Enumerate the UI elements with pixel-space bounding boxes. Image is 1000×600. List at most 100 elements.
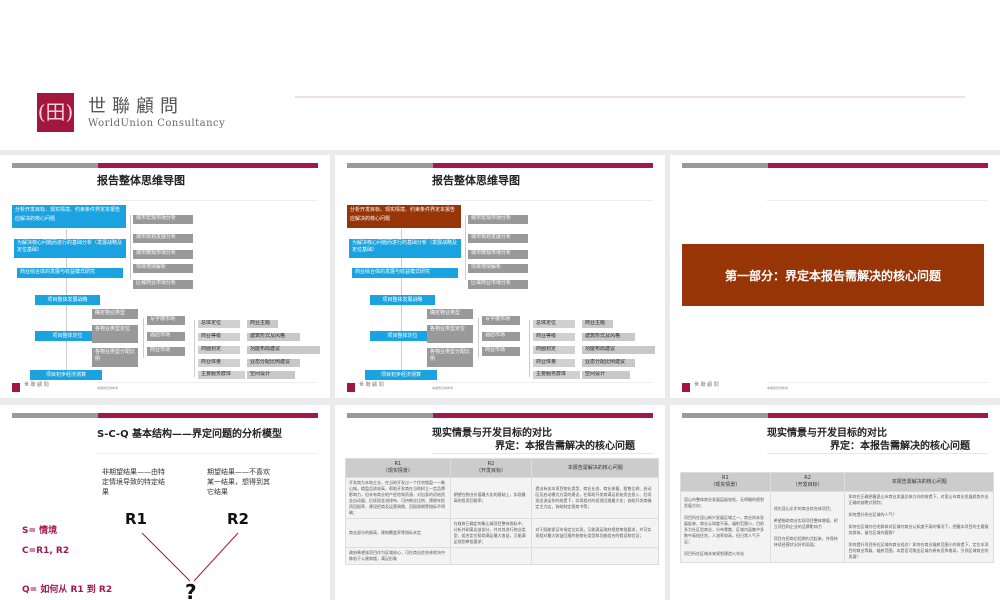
header-bar-gray	[682, 163, 768, 168]
market-box: 酒店市场	[147, 332, 185, 341]
table-cell: 提出有关本项目物业类型、商业业态、商业体量、租售比例、启动区及启动模式方案的建议…	[531, 477, 659, 519]
connector-line	[143, 318, 144, 358]
slide-thumbnail-comparison-2[interactable]: 现实情景与开发目标的对比 界定：本报告需解决的核心问题 R1 （现实情景） R2 …	[670, 405, 1000, 600]
column-header: R1 （现实情景）	[680, 472, 771, 492]
step-box-business-model: 商业综合体的发展与收益模式研究	[17, 268, 123, 278]
footer-note: 本报告仅供参考	[97, 386, 119, 390]
analysis-box: 城市微观市场分析	[468, 250, 528, 259]
table-cell: 开发商为本地企业，在当地开发过一个住宅楼盘——衡山城，楼盘品质较高，帮助开发商在…	[345, 477, 451, 519]
commerce-box: 总体定位	[198, 320, 240, 328]
step-box-basic-analysis: 为解决核心问题而进行的基础分析（发展战略及定位基础）	[14, 239, 126, 258]
table-cell	[449, 547, 533, 565]
analysis-box: 城市规划发展分析	[133, 234, 193, 243]
table-row: 商业部分的限高、建筑覆盖率等指标未定 在政府已确定的衡山城项目整体指标中，分析并剥…	[345, 518, 659, 548]
analysis-box: 区域商业市场分析	[468, 280, 528, 289]
analysis-box: 城市微观市场分析	[133, 250, 193, 259]
header-bar-gray	[347, 163, 433, 168]
connector-line	[130, 215, 131, 280]
property-box: 各物业类型定位	[92, 325, 138, 343]
property-box: 确定物业类型	[427, 309, 473, 319]
commerce-box: 空间设计	[247, 371, 295, 379]
header-bar-magenta	[433, 163, 653, 168]
header-bar-magenta	[98, 163, 318, 168]
column-header: R2 （开发目标）	[769, 472, 846, 492]
slide-thumbnail-section[interactable]: 第一部分：界定本报告需解决的核心问题 世 聯 顧 問 本报告仅供参考	[670, 155, 1000, 398]
footer-logo-icon	[347, 383, 355, 392]
table-cell: 对于既能保证市场定位实现，又能满足政府规划审批要求，并可实现相对最大收益回报的各…	[531, 518, 659, 548]
title-divider	[97, 200, 318, 201]
commerce-box: 空间设计	[582, 371, 630, 379]
slide-thumbnail-scq[interactable]: S-C-Q 基本结构——界定问题的分析模型 非期望结果——由特定情境导致的特定结…	[0, 405, 330, 600]
commerce-box: 建筑形式及风格	[582, 333, 635, 341]
scq-connector-lines	[141, 532, 239, 582]
commerce-box: 主要服务群体	[198, 371, 245, 379]
footer-divider	[767, 382, 988, 383]
commerce-box: 商圈划定	[533, 346, 575, 354]
comparison-table: R1 （现实情景） R2 （开发目标） 本报告需解决的核心问题 昆山市整体商业发展层级…	[680, 472, 994, 563]
property-box: 各物业类型分配比例	[92, 348, 138, 367]
connector-line	[478, 318, 479, 358]
slide-title: 报告整体思维导图	[432, 174, 520, 187]
connector-line	[529, 320, 530, 377]
footer-note: 本报告仅供参考	[432, 386, 454, 390]
stage-box: 项目整体发展战略	[370, 295, 435, 305]
connector-line	[465, 215, 466, 280]
stage-box: 项目初步经济测算	[30, 370, 102, 380]
analysis-box: 区域商业市场分析	[133, 280, 193, 289]
market-box: 商业市场	[482, 347, 520, 356]
analysis-box: 城市规划发展分析	[468, 234, 528, 243]
connector-line	[194, 320, 195, 377]
stage-box: 项目整体定位	[35, 331, 100, 341]
footer-logo-icon	[12, 383, 20, 392]
commerce-box: 商业体量	[533, 359, 575, 367]
commerce-box: 主要服务群体	[533, 371, 580, 379]
slide-subtitle: 界定：本报告需解决的核心问题	[495, 441, 635, 452]
property-box: 各物业类型分配比例	[427, 348, 473, 367]
market-box: 酒店市场	[482, 332, 520, 341]
scq-s: S= 情境	[22, 526, 58, 536]
analysis-box: 城市宏观市场分析	[468, 215, 528, 224]
footer-logo-text: 世 聯 顧 問	[359, 382, 384, 388]
document-header: (田) 世聯顧問 WorldUnion Consultancy	[0, 0, 1000, 150]
logo-chinese-name: 世聯顧問	[88, 96, 184, 117]
commerce-box: 功能布局建议	[582, 346, 655, 354]
commerce-box: 商业主题	[247, 320, 278, 328]
stage-box: 项目整体定位	[370, 331, 435, 341]
step-box-business-model: 商业综合体的发展与收益模式研究	[352, 268, 458, 278]
slide-thumbnail-mindmap-2[interactable]: 报告整体思维导图 分析开发目标、现实情境、约束条件界定本报告应解决的核心问题 为解…	[335, 155, 665, 398]
column-header: 本报告需解决的核心问题	[844, 472, 994, 492]
step-box-core-problem: 分析开发目标、现实情境、约束条件界定本报告应解决的核心问题	[12, 205, 126, 228]
slide-thumbnail-mindmap-1[interactable]: 报告整体思维导图 分析开发目标、现实情境、约束条件界定本报告应解决的核心问题 为解…	[0, 155, 330, 398]
stage-box: 项目初步经济测算	[365, 370, 437, 380]
table-cell: 期望在物业价值最大化的基础上，实现最高的投资回报率；	[449, 477, 533, 519]
step-box-basic-analysis: 为解决核心问题而进行的基础分析（发展战略及定位基础）	[349, 239, 461, 258]
section-banner: 第一部分：界定本报告需解决的核心问题	[682, 244, 984, 306]
market-box: 商业市场	[147, 347, 185, 356]
commerce-box: 商业等级	[198, 333, 240, 341]
column-header: R1 （现实情景）	[345, 458, 451, 478]
table-cell: 商业部分的限高、建筑覆盖率等指标未定	[345, 518, 451, 548]
analysis-box: 城市宏观市场分析	[133, 215, 193, 224]
commerce-box: 总体定位	[533, 320, 575, 328]
slide-thumbnail-comparison-1[interactable]: 现实情景与开发目标的对比 界定：本报告需解决的核心问题 R1 （现实情景） R2 …	[335, 405, 665, 600]
worldunion-logo-icon: (田)	[37, 93, 74, 132]
property-box: 各物业类型定位	[427, 325, 473, 343]
header-bar-magenta	[433, 413, 653, 418]
table-header-row: R1 （现实情景） R2 （开发目标） 本报告需解决的核心问题	[680, 472, 994, 492]
footer-logo-text: 世 聯 顧 問	[694, 382, 719, 388]
commerce-box: 建筑形式及风格	[247, 333, 300, 341]
header-bar-magenta	[768, 413, 988, 418]
footer-logo-text: 世 聯 顧 問	[24, 382, 49, 388]
scq-q: Q= 如何从 R1 到 R2	[22, 585, 113, 595]
table-cell: 昆山市整体商业发展层级较低，无明确的规划发展方向； 项目所在昆山新兴发展区域之一…	[680, 491, 771, 563]
table-row: 政府希望该项目作为区域核心，可在商业综合体地块中做若干公建商楼，满足形象	[345, 547, 659, 565]
property-box: 确定物业类型	[92, 309, 138, 319]
logo-english-name: WorldUnion Consultancy	[88, 118, 226, 129]
title-divider	[767, 200, 988, 201]
header-bar-gray	[347, 413, 433, 418]
header-bar-magenta	[768, 163, 988, 168]
table-cell: 如何在正确把握昆山市商业发展总体方向的前提下，对昆山市商业发展趋势作出正确的前瞻…	[844, 491, 994, 563]
comparison-table: R1 （现实情景） R2 （开发目标） 本报告需解决的核心问题 开发商为本地企业，在当…	[345, 458, 659, 565]
footer-logo-icon	[682, 383, 690, 392]
commerce-box: 商圈划定	[198, 346, 240, 354]
